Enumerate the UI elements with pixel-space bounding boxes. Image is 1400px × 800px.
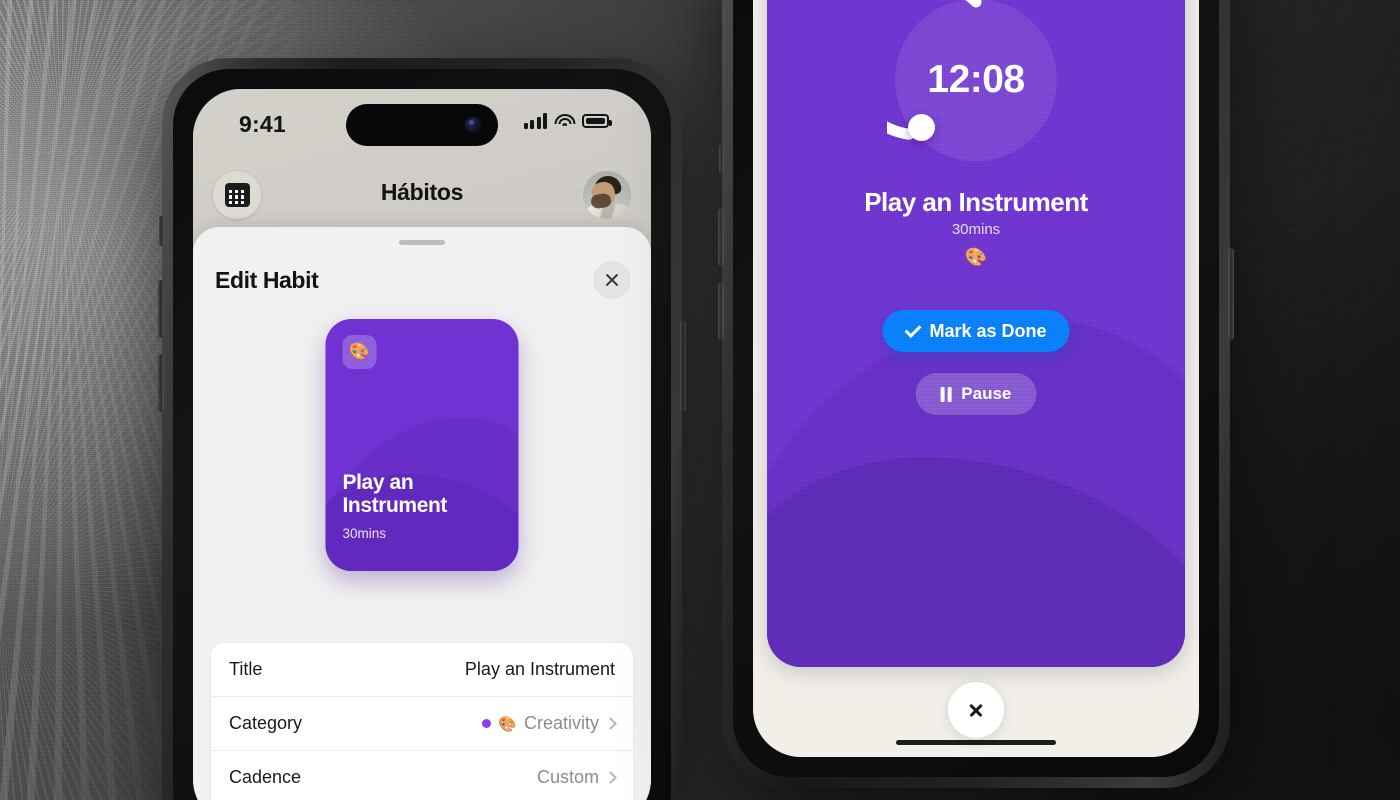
volume-up-button[interactable] — [718, 208, 724, 266]
calendar-icon — [224, 183, 250, 207]
status-time: 9:41 — [239, 111, 286, 137]
check-icon — [904, 320, 922, 338]
row-value-group: Custom — [536, 767, 617, 788]
timer-ring: 12:08 — [887, 0, 1065, 169]
close-sheet-button[interactable] — [593, 261, 631, 299]
pause-label: Pause — [961, 384, 1012, 403]
left-phone-screen: 9:41 Hábitos Edit Habit 🎨 Play an Instru… — [193, 89, 651, 800]
home-indicator[interactable] — [896, 740, 1056, 745]
power-button[interactable] — [680, 320, 686, 412]
list-item-title[interactable]: Title Play an Instrument — [211, 643, 633, 697]
row-label: Cadence — [229, 767, 302, 787]
row-value-group: Play an Instrument — [465, 659, 615, 680]
row-label: Category — [229, 713, 303, 733]
habit-card-title: Play an Instrument — [342, 470, 448, 518]
category-color-dot — [482, 719, 492, 728]
right-phone-bezel: 12:08 Play an Instrument 30mins 🎨 Mark a… — [733, 0, 1219, 777]
row-value-group: 🎨 Creativity — [482, 713, 617, 734]
row-value: Creativity — [523, 713, 599, 733]
volume-up-button[interactable] — [158, 280, 164, 338]
volume-down-button[interactable] — [158, 354, 164, 412]
row-value: Custom — [536, 767, 599, 787]
habit-preview-card[interactable]: 🎨 Play an Instrument 30mins — [325, 319, 519, 571]
row-value: Play an Instrument — [464, 659, 615, 679]
list-item-category[interactable]: Category 🎨 Creativity — [211, 697, 633, 751]
close-icon — [604, 272, 620, 288]
timer-remaining: 12:08 — [927, 58, 1025, 101]
cellular-bars-icon — [523, 113, 547, 129]
timer-habit-emoji: 🎨 — [964, 247, 988, 267]
mark-as-done-label: Mark as Done — [929, 320, 1047, 341]
close-icon — [968, 702, 984, 718]
mark-as-done-button[interactable]: Mark as Done — [882, 310, 1070, 352]
battery-icon — [582, 114, 612, 128]
timer-habit-title: Play an Instrument — [864, 187, 1088, 217]
sheet-title: Edit Habit — [215, 267, 319, 293]
left-phone-bezel: 9:41 Hábitos Edit Habit 🎨 Play an Instru… — [173, 69, 671, 800]
left-phone-device: 9:41 Hábitos Edit Habit 🎨 Play an Instru… — [158, 58, 686, 800]
silent-switch[interactable] — [159, 216, 164, 246]
page-title: Hábitos — [380, 179, 464, 205]
silent-switch[interactable] — [719, 144, 724, 174]
avatar[interactable] — [583, 171, 631, 219]
right-phone-screen: 12:08 Play an Instrument 30mins 🎨 Mark a… — [753, 0, 1199, 757]
power-button[interactable] — [1228, 248, 1234, 340]
timer-habit-duration: 30mins — [951, 221, 1001, 238]
volume-down-button[interactable] — [718, 282, 724, 340]
front-camera-icon — [465, 117, 481, 133]
category-emoji-icon: 🎨 — [498, 715, 517, 733]
chevron-right-icon — [604, 717, 617, 730]
list-item-cadence[interactable]: Cadence Custom — [211, 751, 633, 800]
status-indicators — [523, 113, 612, 129]
row-label: Title — [229, 659, 263, 679]
edit-habit-sheet: Edit Habit 🎨 Play an Instrument 30mins T… — [193, 227, 651, 800]
habit-settings-list: Title Play an Instrument Category 🎨 Crea… — [211, 643, 633, 800]
pause-button[interactable]: Pause — [915, 373, 1037, 415]
right-phone-device: 12:08 Play an Instrument 30mins 🎨 Mark a… — [718, 0, 1234, 788]
habit-emoji-tile: 🎨 — [342, 335, 377, 369]
chevron-right-icon — [604, 771, 617, 784]
habit-card-duration: 30mins — [342, 526, 387, 541]
nav-bar: Hábitos — [193, 165, 651, 227]
dynamic-island — [346, 104, 498, 146]
calendar-button[interactable] — [213, 171, 261, 219]
status-bar: 9:41 — [193, 89, 651, 165]
pause-icon — [940, 386, 952, 402]
timer-sheet: 12:08 Play an Instrument 30mins 🎨 Mark a… — [767, 0, 1185, 667]
close-timer-button[interactable] — [948, 682, 1004, 738]
sheet-grabber[interactable] — [399, 240, 445, 245]
wifi-icon — [554, 113, 575, 129]
